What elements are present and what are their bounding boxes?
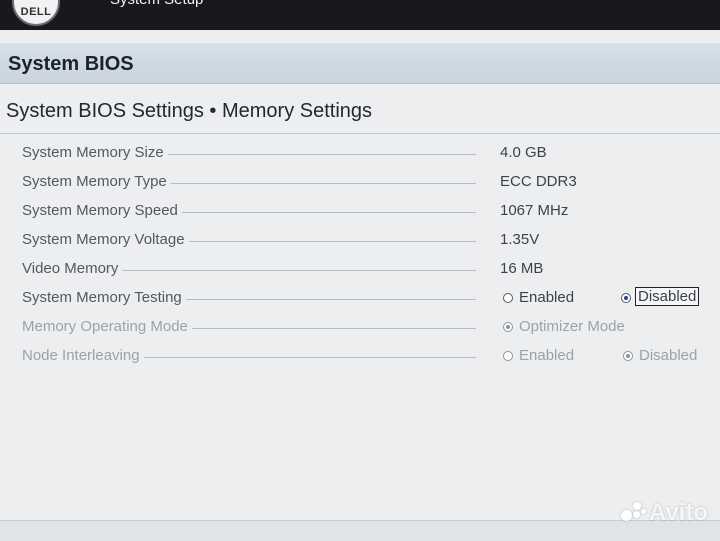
setting-value: 4.0 GB <box>500 144 547 161</box>
setting-label: System Memory Voltage <box>22 231 189 248</box>
page-subtitle: System BIOS Settings • Memory Settings <box>6 100 373 122</box>
setting-value: 1.35V <box>500 231 540 248</box>
setting-label: Node Interleaving <box>22 347 144 364</box>
setting-row-node-interleaving: Node Interleaving Enabled Disabled <box>0 343 720 369</box>
setting-row-memory-operating-mode: Memory Operating Mode Optimizer Mode <box>0 314 720 340</box>
setting-value: 16 MB <box>500 260 544 277</box>
radio-button-unchecked <box>503 351 513 361</box>
setting-row-memory-testing: System Memory Testing Enabled Disabled <box>0 285 720 311</box>
setting-label: System Memory Speed <box>22 202 182 219</box>
divider <box>0 133 720 134</box>
setting-value: ECC DDR3 <box>500 173 577 190</box>
setting-label: Video Memory <box>22 260 123 277</box>
radio-button-checked <box>623 351 633 361</box>
setting-label: System Memory Size <box>22 144 168 161</box>
setting-label: Memory Operating Mode <box>22 318 192 335</box>
bottom-bar <box>0 520 720 541</box>
radio-label: Disabled <box>639 347 698 364</box>
setting-label: System Memory Testing <box>22 289 186 306</box>
top-bar: DELL System Setup <box>0 0 720 30</box>
setting-value: 1067 MHz <box>500 202 569 219</box>
setting-row-memory-speed: System Memory Speed 1067 MHz <box>0 198 720 224</box>
watermark-text: Avito <box>648 499 708 526</box>
radio-button-unchecked[interactable] <box>503 293 513 303</box>
node-interleaving-radio-group: Enabled Disabled <box>503 345 718 367</box>
avito-watermark: Avito <box>620 499 708 527</box>
setting-row-video-memory: Video Memory 16 MB <box>0 256 720 282</box>
setting-row-memory-type: System Memory Type ECC DDR3 <box>0 169 720 195</box>
radio-label: Optimizer Mode <box>519 318 625 335</box>
dell-logo: DELL <box>12 0 60 26</box>
radio-label: Disabled <box>635 287 700 306</box>
logo-text: DELL <box>20 6 52 18</box>
setting-row-memory-size: System Memory Size 4.0 GB <box>0 140 720 166</box>
section-title: System BIOS <box>8 53 134 75</box>
avito-logo-icon <box>620 500 647 522</box>
setting-label: System Memory Type <box>22 173 171 190</box>
setting-row-memory-voltage: System Memory Voltage 1.35V <box>0 227 720 253</box>
section-title-band: System BIOS <box>0 43 720 84</box>
radio-button-checked[interactable] <box>621 293 631 303</box>
radio-button-checked <box>503 322 513 332</box>
radio-label: Enabled <box>519 347 575 364</box>
radio-label: Enabled <box>519 289 575 306</box>
operating-mode-radio-group: Optimizer Mode <box>503 316 718 338</box>
memory-testing-radio-group: Enabled Disabled <box>503 287 718 309</box>
app-title: System Setup <box>110 0 203 8</box>
